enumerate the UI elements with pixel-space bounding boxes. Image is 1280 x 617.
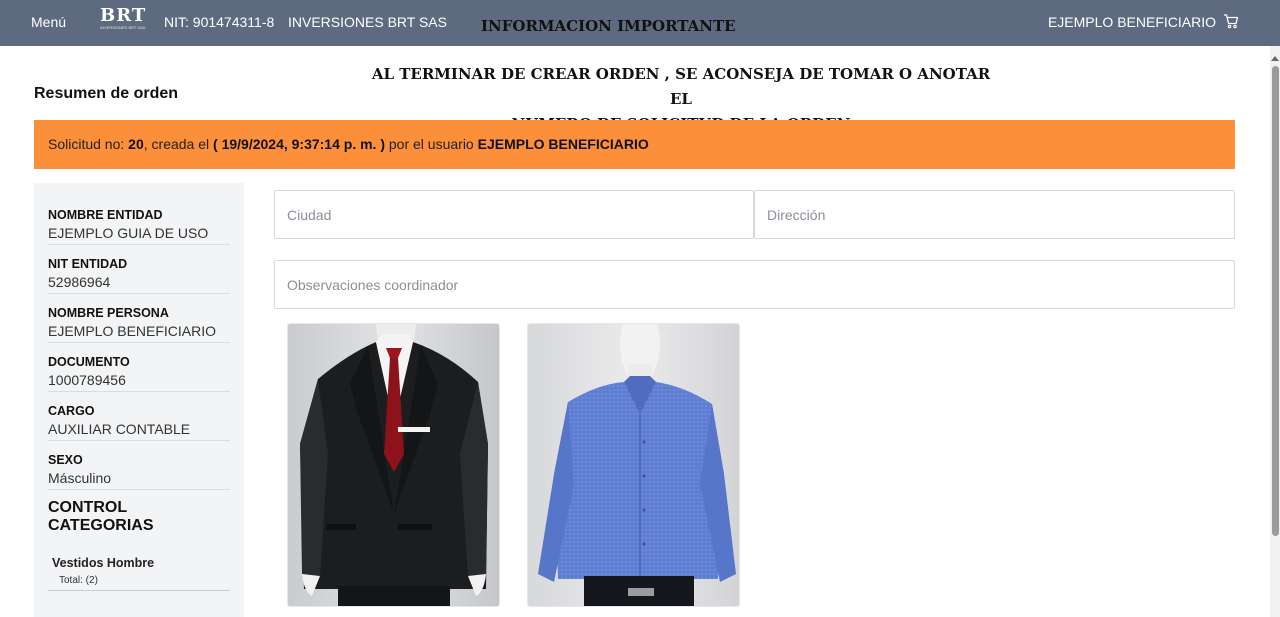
request-user: EJEMPLO BENEFICIARIO <box>477 136 649 152</box>
product-card[interactable] <box>527 323 740 607</box>
observations-input[interactable] <box>274 260 1235 309</box>
logo-subtext: INVERSIONES BRT SAS <box>100 25 146 30</box>
top-navbar: Menú BRT INVERSIONES BRT SAS NIT: 901474… <box>0 0 1280 46</box>
field-label: NOMBRE ENTIDAD <box>48 208 163 222</box>
banner-prefix: Solicitud no: <box>48 136 129 152</box>
banner-by: por el usuario <box>385 136 478 152</box>
banner-middle: , creada el <box>143 136 214 152</box>
company-nit: NIT: 901474311-8 <box>164 14 275 30</box>
field-label: NIT ENTIDAD <box>48 257 128 271</box>
person-name-field: NOMBRE PERSONA EJEMPLO BENEFICIARIO <box>48 305 230 343</box>
category-name: Vestidos Hombre <box>52 556 155 570</box>
blue-shirt-image <box>528 324 739 606</box>
field-value: AUXILIAR CONTABLE <box>48 421 191 437</box>
entity-name-field: NOMBRE ENTIDAD EJEMPLO GUIA DE USO <box>48 207 230 245</box>
scroll-up-arrow-icon[interactable] <box>1271 56 1279 61</box>
suit-jacket-image <box>288 324 499 606</box>
page-title: Resumen de orden <box>34 85 179 102</box>
company-name: INVERSIONES BRT SAS <box>288 14 447 30</box>
categories-title: CONTROL CATEGORIAS <box>48 499 154 534</box>
brand-logo[interactable]: BRT INVERSIONES BRT SAS <box>100 7 148 37</box>
field-label: CARGO <box>48 404 95 418</box>
notice-line-1: AL TERMINAR DE CREAR ORDEN , SE ACONSEJA… <box>371 65 991 108</box>
field-value: 52986964 <box>48 274 111 290</box>
field-value: EJEMPLO GUIA DE USO <box>48 225 209 241</box>
document-field: DOCUMENTO 1000789456 <box>48 354 230 392</box>
field-value: EJEMPLO BENEFICIARIO <box>48 323 217 339</box>
category-item: Vestidos Hombre Total: (2) <box>48 555 230 591</box>
field-label: NOMBRE PERSONA <box>48 306 169 320</box>
city-input[interactable] <box>274 190 754 239</box>
entity-nit-field: NIT ENTIDAD 52986964 <box>48 256 230 294</box>
position-field: CARGO AUXILIAR CONTABLE <box>48 403 230 441</box>
scrollbar-thumb[interactable] <box>1272 66 1279 536</box>
user-menu[interactable]: EJEMPLO BENEFICIARIO <box>1048 14 1216 30</box>
field-value: Másculino <box>48 470 112 486</box>
order-sidebar: NOMBRE ENTIDAD EJEMPLO GUIA DE USO NIT E… <box>34 183 244 617</box>
category-total: Total: (2) <box>59 575 98 586</box>
cart-icon[interactable] <box>1223 13 1239 29</box>
request-date: ( 19/9/2024, 9:37:14 p. m. ) <box>213 136 385 152</box>
field-value: 1000789456 <box>48 372 126 388</box>
logo-mark: BRT <box>100 5 147 26</box>
field-label: DOCUMENTO <box>48 355 130 369</box>
order-banner: Solicitud no: 20, creada el ( 19/9/2024,… <box>34 120 1235 169</box>
gender-field: SEXO Másculino <box>48 452 230 490</box>
info-title: INFORMACION IMPORTANTE <box>481 17 736 35</box>
field-label: SEXO <box>48 453 83 467</box>
product-card[interactable] <box>287 323 500 607</box>
menu-button[interactable]: Menú <box>31 14 66 30</box>
address-input[interactable] <box>754 190 1235 239</box>
request-number: 20 <box>128 136 144 152</box>
